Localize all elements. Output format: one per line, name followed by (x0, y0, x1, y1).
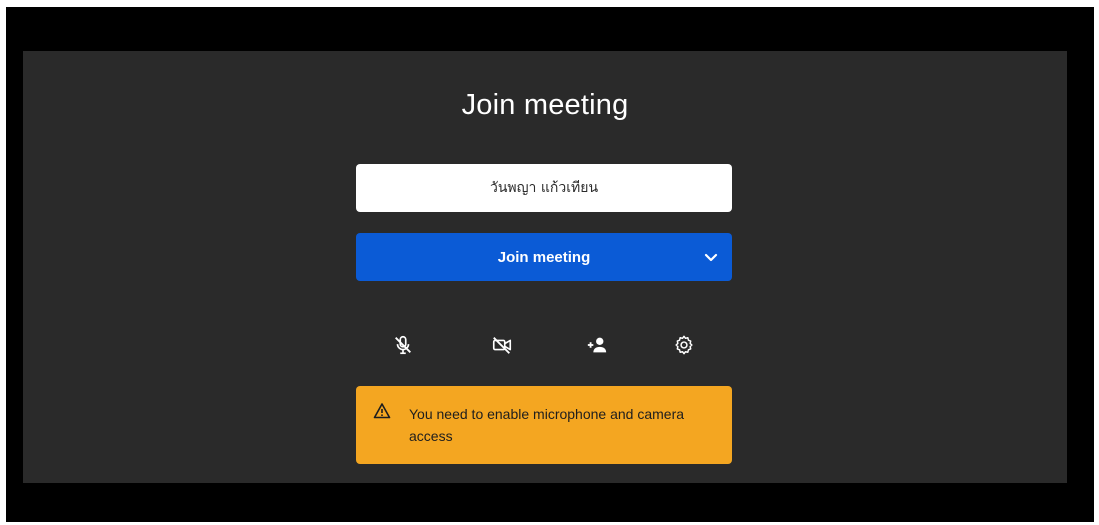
join-meeting-button-label: Join meeting (497, 248, 591, 266)
device-controls (23, 331, 1067, 361)
alert-message: You need to enable microphone and camera… (409, 406, 685, 444)
app-frame: Join meeting Join meeting (6, 7, 1094, 522)
settings-gear-icon[interactable] (670, 331, 698, 359)
permissions-alert: You need to enable microphone and camera… (356, 386, 732, 464)
chevron-down-icon[interactable] (702, 248, 720, 266)
camera-off-icon[interactable] (488, 331, 516, 359)
warning-icon (373, 402, 391, 420)
page-title: Join meeting (461, 89, 629, 121)
display-name-input[interactable] (356, 164, 732, 212)
join-meeting-button[interactable]: Join meeting (356, 233, 732, 281)
join-meeting-panel: Join meeting Join meeting (23, 51, 1067, 483)
microphone-off-icon[interactable] (389, 331, 417, 359)
add-person-icon[interactable] (583, 331, 611, 359)
